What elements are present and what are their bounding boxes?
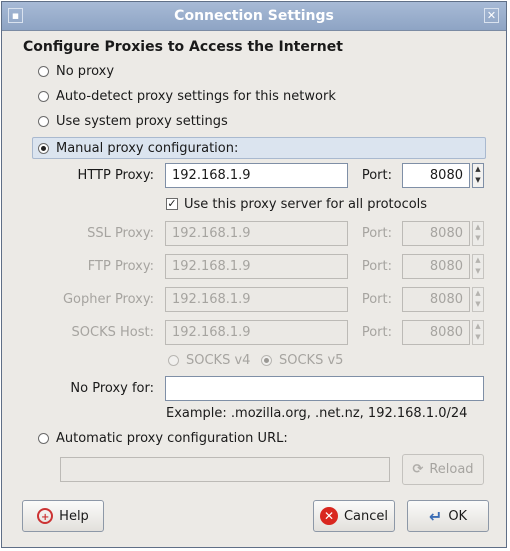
ssl-proxy-input[interactable]: 192.168.1.9	[165, 221, 348, 246]
cancel-icon: ✕	[319, 507, 338, 525]
socks-v4-radio[interactable]	[168, 354, 179, 366]
http-port-input[interactable]: 8080	[402, 163, 470, 188]
socks-v5-option[interactable]: SOCKS v5	[261, 349, 343, 371]
window-title: Connection Settings	[174, 8, 334, 24]
auto-detect-radio[interactable]	[38, 90, 49, 102]
socks-port-input[interactable]: 8080	[402, 320, 470, 345]
ssl-proxy-label: SSL Proxy:	[87, 226, 154, 241]
auto-url-option[interactable]: Automatic proxy configuration URL:	[38, 427, 288, 449]
cancel-label: Cancel	[343, 508, 389, 524]
socks-v4-label: SOCKS v4	[186, 352, 251, 368]
no-proxy-example: Example: .mozilla.org, .net.nz, 192.168.…	[166, 406, 468, 421]
socks-host-input[interactable]: 192.168.1.9	[165, 320, 348, 345]
gopher-port-spinner[interactable]: ▲ ▼	[472, 287, 484, 312]
socks-port-spinner[interactable]: ▲ ▼	[472, 320, 484, 345]
auto-url-radio[interactable]	[38, 432, 49, 444]
http-proxy-input[interactable]: 192.168.1.9	[165, 163, 348, 188]
ok-icon: ↵	[428, 506, 443, 526]
ok-button[interactable]: ↵ OK	[407, 500, 489, 532]
no-proxy-option[interactable]: No proxy	[38, 60, 114, 82]
ftp-port-input[interactable]: 8080	[402, 254, 470, 279]
auto-detect-label: Auto-detect proxy settings for this netw…	[56, 88, 336, 104]
socks-host-label: SOCKS Host:	[71, 325, 154, 340]
gopher-port-label: Port:	[361, 292, 392, 307]
socks-v5-label: SOCKS v5	[279, 352, 344, 368]
share-proxy-checkbox[interactable]: ✓	[166, 198, 178, 210]
share-proxy-label: Use this proxy server for all protocols	[184, 196, 428, 212]
no-proxy-label: No proxy	[56, 63, 115, 79]
cancel-button[interactable]: ✕ Cancel	[313, 500, 395, 532]
socks-v4-option[interactable]: SOCKS v4	[168, 349, 250, 371]
no-proxy-for-input[interactable]	[165, 376, 484, 401]
section-heading: Configure Proxies to Access the Internet	[23, 39, 343, 55]
ftp-port-label: Port:	[361, 259, 392, 274]
ok-label: OK	[448, 508, 468, 524]
connection-settings-dialog: ▪ Connection Settings ✕ Configure Proxie…	[1, 1, 507, 548]
ftp-proxy-label: FTP Proxy:	[87, 259, 154, 274]
reload-label: Reload	[429, 462, 474, 477]
system-proxy-label: Use system proxy settings	[56, 113, 228, 129]
ssl-port-input[interactable]: 8080	[402, 221, 470, 246]
gopher-proxy-input[interactable]: 192.168.1.9	[165, 287, 348, 312]
system-proxy-option[interactable]: Use system proxy settings	[38, 110, 228, 132]
no-proxy-radio[interactable]	[38, 65, 49, 77]
close-icon[interactable]: ✕	[484, 8, 499, 23]
reload-icon: ⟳	[412, 462, 424, 477]
share-proxy-option[interactable]: ✓ Use this proxy server for all protocol…	[166, 193, 427, 215]
ftp-port-spinner[interactable]: ▲ ▼	[472, 254, 484, 279]
http-port-spinner[interactable]: ▲ ▼	[472, 163, 484, 188]
http-port-label: Port:	[361, 168, 392, 183]
manual-proxy-label: Manual proxy configuration:	[56, 140, 239, 156]
ssl-port-label: Port:	[361, 226, 392, 241]
gopher-port-input[interactable]: 8080	[402, 287, 470, 312]
title-bar[interactable]: ▪ Connection Settings ✕	[2, 2, 506, 31]
manual-proxy-option[interactable]: Manual proxy configuration:	[38, 137, 238, 159]
gopher-proxy-label: Gopher Proxy:	[62, 292, 154, 307]
help-label: Help	[59, 508, 89, 524]
auto-url-label: Automatic proxy configuration URL:	[56, 430, 288, 446]
manual-proxy-radio[interactable]	[38, 142, 49, 154]
help-button[interactable]: + Help	[22, 500, 104, 532]
help-icon: +	[37, 508, 54, 524]
reload-button[interactable]: ⟳ Reload	[402, 454, 484, 485]
system-proxy-radio[interactable]	[38, 115, 49, 127]
auto-detect-option[interactable]: Auto-detect proxy settings for this netw…	[38, 85, 336, 107]
http-proxy-label: HTTP Proxy:	[77, 168, 154, 183]
socks-v5-radio[interactable]	[261, 354, 272, 366]
ftp-proxy-input[interactable]: 192.168.1.9	[165, 254, 348, 279]
ssl-port-spinner[interactable]: ▲ ▼	[472, 221, 484, 246]
no-proxy-for-label: No Proxy for:	[70, 381, 154, 396]
socks-port-label: Port:	[361, 325, 392, 340]
auto-url-input[interactable]	[60, 457, 390, 482]
